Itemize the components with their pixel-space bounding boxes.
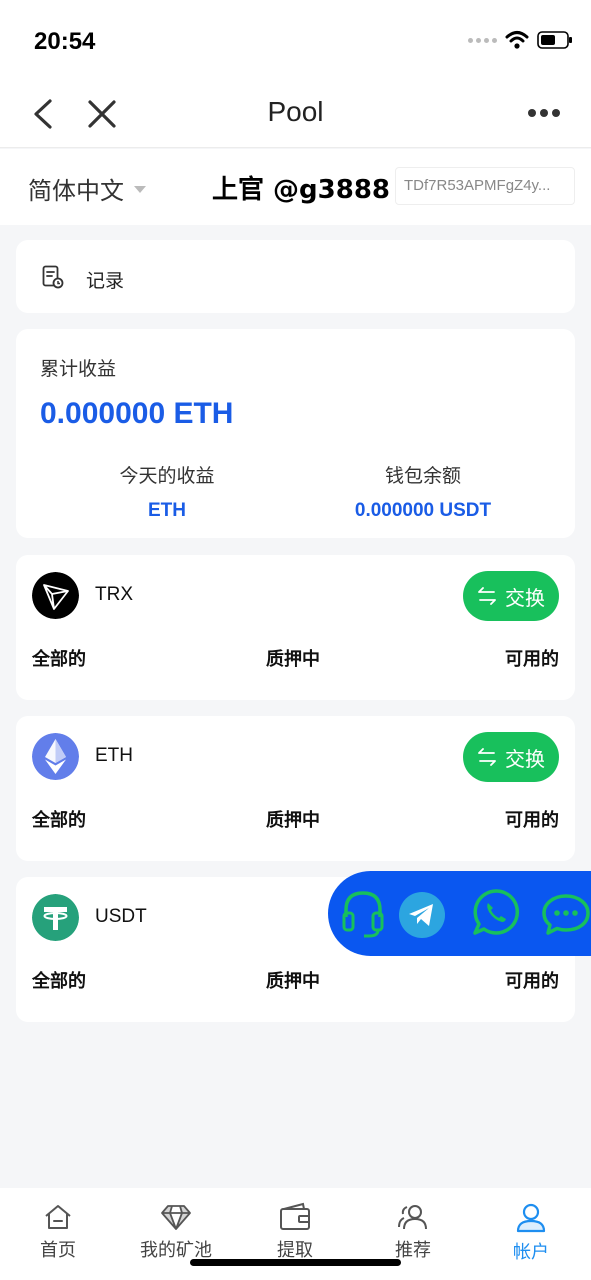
status-icons [468,30,573,50]
tab-home[interactable]: 首页 [8,1202,108,1262]
wallet-balance: 钱包余额 0.000000 USDT [323,461,523,522]
total-label: 全部的 [32,649,86,670]
total-label: 全部的 [32,810,86,831]
today-earnings: 今天的收益 ETH [67,461,267,522]
tab-label: 帐户 [513,1242,549,1263]
wallet-balance-label: 钱包余额 [384,465,461,487]
nav-bar: Pool [0,80,591,148]
staking-label: 质押中 [266,649,320,670]
swap-arrows-icon [478,748,496,766]
wallet-icon [280,1202,310,1230]
available-label: 可用的 [505,971,559,992]
headset-icon[interactable] [342,889,384,939]
swap-arrows-icon [478,587,496,605]
user-icon [516,1203,546,1233]
telegram-icon[interactable] [399,892,445,938]
more-icon[interactable] [527,108,561,118]
coin-name: ETH [95,745,133,766]
earnings-card: 累计收益 0.000000 ETH 今天的收益 ETH 钱包余额 0.00000… [16,329,575,538]
records-card[interactable]: 记录 [16,240,575,313]
trx-logo-icon [32,572,79,619]
home-icon [45,1205,71,1229]
today-earnings-value: ETH [148,500,186,521]
swap-label: 交换 [505,746,545,771]
staking-label: 质押中 [266,971,320,992]
tab-referral[interactable]: 推荐 [363,1202,463,1262]
wallet-address[interactable]: TDf7R53APMFgZ4y... [395,167,575,205]
floating-contact-bar [328,871,591,956]
status-bar: 20:54 [0,0,591,80]
coin-card-eth: ETH 交换 全部的 质押中 可用的 [16,716,575,861]
chevron-down-icon [134,186,146,193]
account-header: 简体中文 上官 @g3888 TDf7R53APMFgZ4y... [0,149,591,225]
available-label: 可用的 [505,810,559,831]
swap-label: 交换 [505,585,545,610]
bottom-tab-bar: 首页 我的矿池 提取 推荐 帐户 [0,1188,591,1280]
tab-label: 首页 [40,1240,76,1261]
diamond-icon [161,1205,191,1230]
page-title: Pool [267,96,324,127]
language-selector[interactable]: 简体中文 [28,171,146,206]
tab-withdraw[interactable]: 提取 [245,1202,345,1262]
records-label: 记录 [86,270,125,292]
cellular-signal-icon [468,37,497,43]
swap-button[interactable]: 交换 [463,732,559,782]
usdt-logo-icon [32,894,79,941]
eth-logo-icon [32,733,79,780]
tab-account[interactable]: 帐户 [481,1202,581,1264]
whatsapp-icon[interactable] [472,888,520,938]
username: 上官 @g3888 [212,175,391,205]
staking-label: 质押中 [266,810,320,831]
cumulative-earnings-label: 累计收益 [40,358,117,380]
language-label: 简体中文 [28,177,124,205]
wallet-balance-value: 0.000000 USDT [354,500,492,521]
home-indicator [190,1259,401,1266]
coin-name: TRX [95,584,133,605]
record-document-icon [42,265,64,289]
tab-my-pool[interactable]: 我的矿池 [126,1202,226,1262]
wifi-icon [505,31,529,49]
coin-card-trx: TRX 交换 全部的 质押中 可用的 [16,555,575,700]
coin-name: USDT [95,906,147,927]
users-icon [398,1205,427,1230]
battery-icon [537,31,572,49]
swap-button[interactable]: 交换 [463,571,559,621]
status-time: 20:54 [34,28,96,55]
today-earnings-label: 今天的收益 [119,465,215,487]
total-label: 全部的 [32,971,86,992]
available-label: 可用的 [505,649,559,670]
wechat-icon[interactable] [542,893,591,937]
cumulative-earnings-value: 0.000000 ETH [40,397,234,430]
